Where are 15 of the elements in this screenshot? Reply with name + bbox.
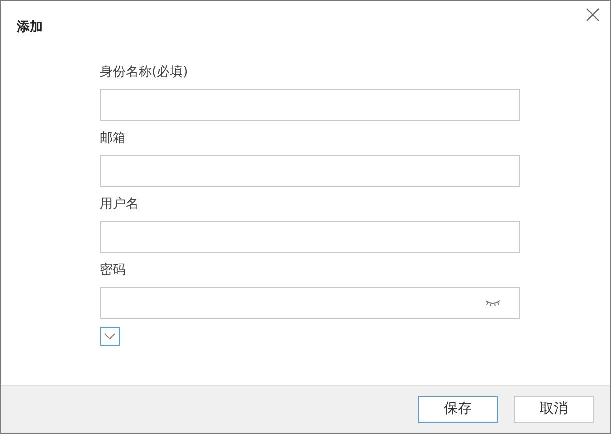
closed-eye-icon[interactable] <box>485 299 501 307</box>
field-label: 邮箱 <box>100 130 127 148</box>
input-field[interactable] <box>100 89 520 121</box>
password-field[interactable] <box>100 287 520 319</box>
save-button[interactable]: 保存 <box>418 396 498 423</box>
chevron-icon <box>104 333 116 340</box>
field-label: 身份名称(必填) <box>100 64 190 82</box>
field-label: 密码 <box>100 262 127 280</box>
input-field[interactable] <box>100 155 520 187</box>
dialog-title: 添加 <box>17 19 43 37</box>
cancel-button[interactable]: 取消 <box>514 396 594 423</box>
close-button[interactable] <box>586 8 602 24</box>
input-field[interactable] <box>100 221 520 253</box>
field-label: 用户名 <box>100 196 140 214</box>
expand-toggle[interactable] <box>100 327 120 346</box>
